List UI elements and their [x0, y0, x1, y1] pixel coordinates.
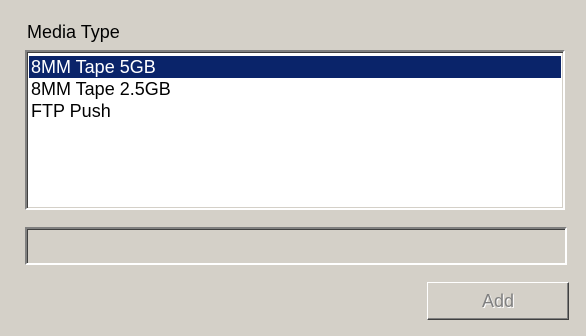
list-item-ftp-push[interactable]: FTP Push: [29, 100, 561, 122]
list-item-8mm-tape-5gb[interactable]: 8MM Tape 5GB: [29, 56, 561, 78]
media-type-label: Media Type: [27, 22, 120, 42]
list-item-8mm-tape-2-5gb[interactable]: 8MM Tape 2.5GB: [29, 78, 561, 100]
media-type-listbox[interactable]: 8MM Tape 5GB 8MM Tape 2.5GB FTP Push: [25, 50, 565, 210]
media-name-field[interactable]: [25, 227, 567, 265]
add-button[interactable]: Add: [427, 282, 569, 320]
